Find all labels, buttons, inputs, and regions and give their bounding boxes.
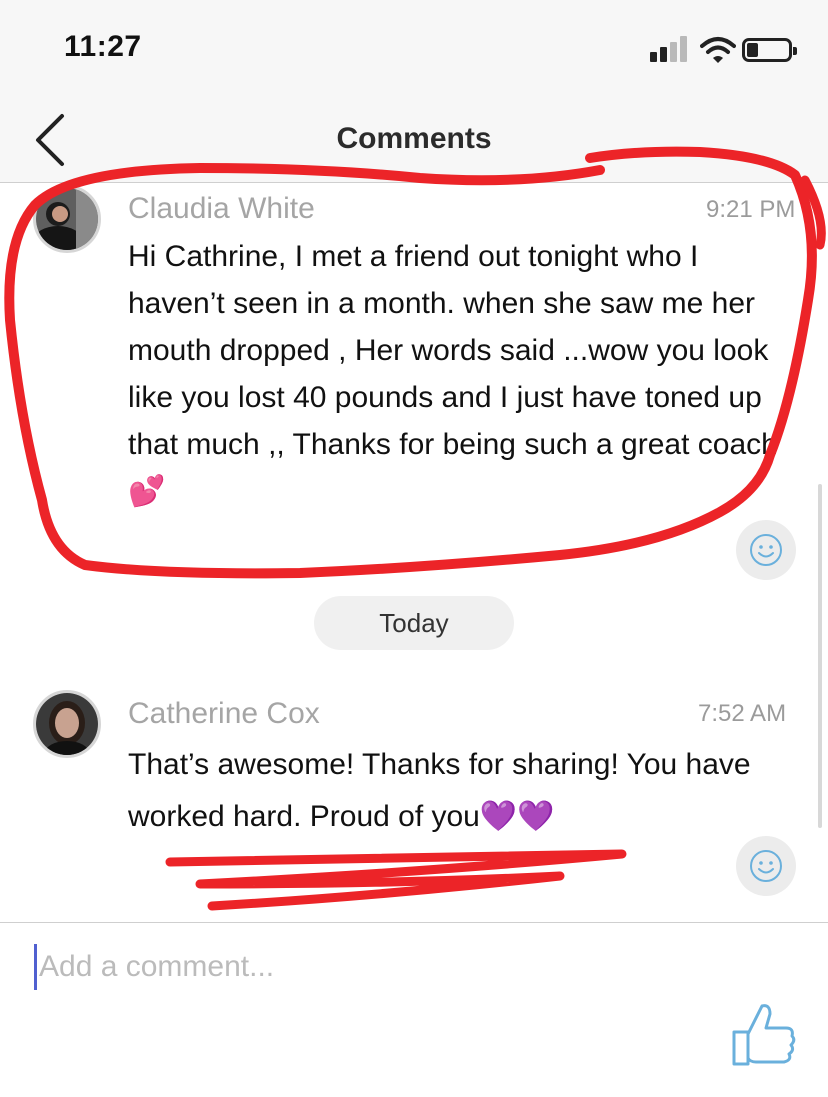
cellular-signal-icon <box>650 36 690 62</box>
avatar[interactable] <box>33 690 101 758</box>
comment-time: 7:52 AM <box>698 700 787 727</box>
battery-icon <box>742 38 797 62</box>
wifi-icon <box>700 37 736 63</box>
page-title: Comments <box>336 122 492 155</box>
comment-text: Hi Cathrine, I met a friend out tonight … <box>128 240 778 508</box>
date-separator: Today <box>314 596 514 650</box>
status-icons <box>650 36 800 66</box>
thumbs-up-icon <box>732 1004 796 1066</box>
comment-author: Claudia White <box>128 192 315 225</box>
smiley-icon <box>750 534 782 566</box>
comment-author: Catherine Cox <box>128 697 320 730</box>
scrollbar[interactable] <box>818 484 822 828</box>
navigation-bar: 11:27 Comments <box>0 0 828 183</box>
annotation-underline-stroke <box>165 849 627 911</box>
comment-input[interactable] <box>34 944 694 990</box>
react-button[interactable] <box>736 836 796 896</box>
comment-time: 9:21 PM <box>706 196 796 223</box>
like-button[interactable] <box>728 998 798 1070</box>
comment-text: That’s awesome! Thanks for sharing! You … <box>128 748 751 833</box>
avatar[interactable] <box>33 185 101 253</box>
annotation-circle-stroke <box>800 175 826 250</box>
react-button[interactable] <box>736 520 796 580</box>
composer-divider <box>0 922 828 923</box>
smiley-icon <box>750 850 782 882</box>
status-time: 11:27 <box>64 30 142 63</box>
